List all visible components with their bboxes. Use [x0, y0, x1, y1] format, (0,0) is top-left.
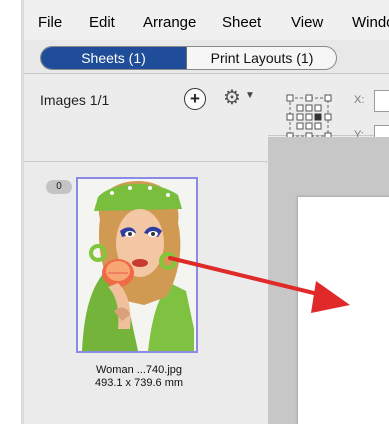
chevron-down-icon: ▼ [245, 90, 255, 101]
x-position-field[interactable] [374, 90, 389, 112]
menu-file[interactable]: File [38, 14, 62, 31]
image-thumbnail[interactable] [76, 177, 198, 353]
workspace-area: X: Y: [268, 75, 389, 424]
image-list: 0 Woman ...740.jpg 493.1 x 739.6 mm [24, 163, 267, 424]
app-window: File Edit Arrange Sheet View Windo Sheet… [24, 0, 389, 424]
woman-photo-image [78, 179, 196, 351]
x-label: X: [354, 94, 365, 106]
sheet-canvas[interactable] [268, 137, 389, 424]
view-segmented-control: Sheets (1) Print Layouts (1) [40, 46, 337, 70]
left-window-edge [0, 0, 21, 424]
image-filename: Woman ...740.jpg [95, 364, 182, 376]
tab-print-layouts[interactable]: Print Layouts (1) [187, 47, 336, 69]
menu-arrange[interactable]: Arrange [143, 14, 196, 31]
images-panel-header: Images 1/1 + ⚙ ▼ [24, 75, 267, 162]
tab-bar: Sheets (1) Print Layouts (1) [24, 40, 389, 74]
image-usage-badge: 0 [46, 180, 72, 194]
menu-sheet[interactable]: Sheet [222, 14, 261, 31]
settings-menu-button[interactable]: ⚙ ▼ [223, 87, 263, 111]
add-icon: + [190, 89, 200, 108]
menu-edit[interactable]: Edit [89, 14, 115, 31]
image-dimensions: 493.1 x 739.6 mm [94, 377, 184, 389]
add-image-button[interactable]: + [184, 88, 206, 110]
sheet-page[interactable] [298, 197, 389, 424]
menu-window[interactable]: Windo [352, 14, 389, 31]
properties-bar: X: Y: [268, 75, 389, 147]
menu-view[interactable]: View [291, 14, 323, 31]
tab-sheets[interactable]: Sheets (1) [41, 47, 187, 69]
menubar: File Edit Arrange Sheet View Windo [24, 0, 389, 40]
gear-icon: ⚙ [223, 87, 241, 109]
images-count-title: Images 1/1 [40, 92, 110, 108]
images-panel: Images 1/1 + ⚙ ▼ 0 Woman ...740.jpg 493.… [24, 75, 267, 424]
